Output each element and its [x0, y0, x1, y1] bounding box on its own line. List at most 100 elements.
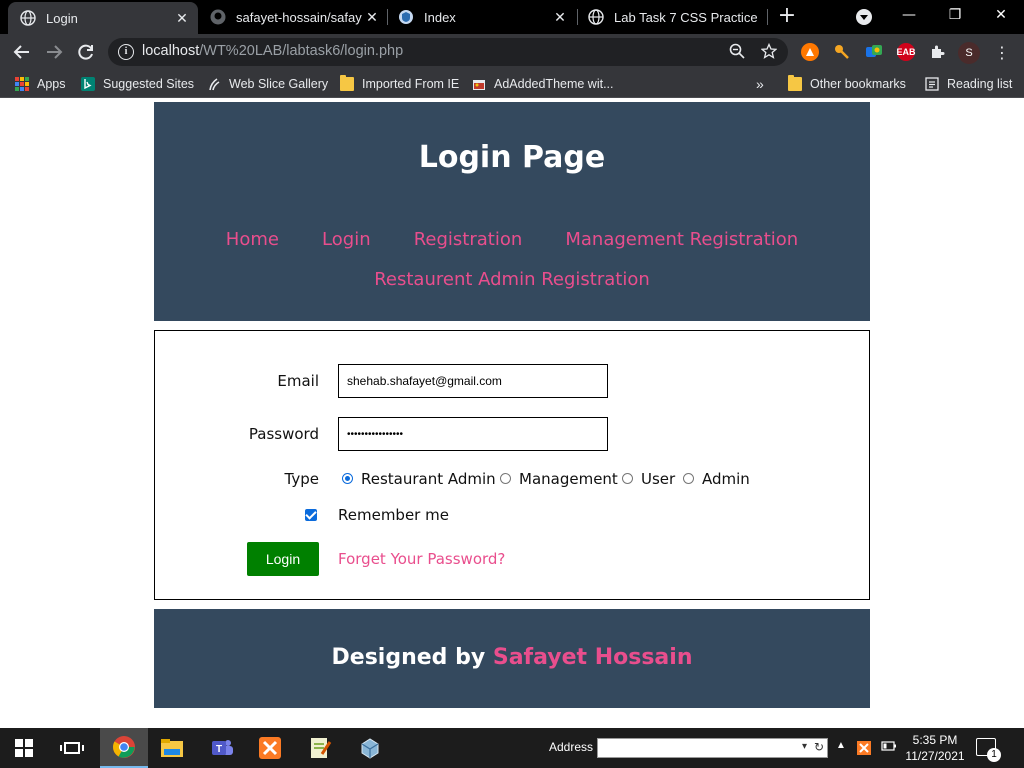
adblock-icon[interactable]: EAB — [897, 43, 916, 61]
bookmark-star-icon[interactable] — [760, 42, 778, 61]
puzzle-icon[interactable] — [929, 43, 947, 61]
email-label: Email — [277, 372, 319, 390]
clock-time: 5:35 PM — [912, 733, 958, 747]
browser-toolbar: i localhost/WT%20LAB/labtask6/login.php … — [0, 34, 1024, 70]
close-window-button[interactable]: ✕ — [978, 0, 1024, 30]
bookmarks-bar: Apps Suggested Sites Web Slice Gallery I… — [0, 70, 1024, 98]
page-footer: Designed by Safayet Hossain — [154, 609, 870, 708]
nav-link-registration[interactable]: Registration — [414, 229, 523, 250]
tray-overflow-icon[interactable]: ▲ — [836, 740, 846, 751]
taskbar-chrome[interactable] — [100, 728, 148, 768]
footer-prefix: Designed by — [331, 645, 486, 670]
nav-link-login[interactable]: Login — [322, 229, 371, 250]
type-radio-restaurant-admin[interactable] — [342, 473, 353, 484]
tray-app-icon[interactable] — [856, 740, 872, 759]
minimize-button[interactable]: — — [886, 0, 932, 30]
nav-link-restaurent-admin-registration[interactable]: Restaurent Admin Registration — [374, 269, 650, 290]
type-radio-label: Admin — [702, 470, 750, 488]
translate-icon[interactable] — [865, 43, 883, 61]
tab-label: Lab Task 7 CSS Practice — [614, 9, 758, 25]
type-radio-management[interactable] — [500, 473, 511, 484]
login-button[interactable]: Login — [247, 542, 319, 576]
email-field[interactable] — [338, 364, 608, 398]
zoom-icon[interactable] — [728, 43, 746, 61]
chrome-icon — [113, 736, 135, 758]
password-label: Password — [248, 425, 319, 443]
taskbar-teams[interactable]: T — [198, 728, 246, 768]
password-field[interactable] — [338, 417, 608, 451]
tab-separator — [767, 9, 768, 25]
chevron-down-icon[interactable]: ▾ — [802, 741, 807, 752]
battery-icon[interactable] — [881, 740, 897, 755]
github-icon — [210, 9, 226, 25]
bookmark-other-bookmarks[interactable]: Other bookmarks — [788, 74, 906, 94]
bing-icon — [81, 77, 95, 91]
tab-close-icon[interactable]: ✕ — [172, 8, 192, 28]
notification-count-badge: 1 — [987, 748, 1001, 762]
file-explorer-icon — [161, 739, 183, 757]
bookmark-label: Web Slice Gallery — [229, 77, 329, 91]
nav-link-management-registration[interactable]: Management Registration — [565, 229, 798, 250]
nav-link-home[interactable]: Home — [226, 229, 279, 250]
windows-taskbar: T Address ▾ ↻ ▲ 5:35 PM 11/27/2021 1 — [0, 728, 1024, 768]
tab-github[interactable]: safayet-hossain/safayet ✕ — [198, 0, 388, 34]
virtualbox-icon — [361, 738, 379, 759]
globe-icon — [588, 9, 604, 25]
reading-list-icon — [925, 77, 939, 91]
bookmarks-overflow-button[interactable]: » — [756, 74, 764, 94]
menu-kebab-icon[interactable]: ⋮ — [992, 42, 1012, 64]
forgot-password-link[interactable]: Forget Your Password? — [338, 550, 505, 568]
task-view-button[interactable] — [48, 728, 96, 768]
tab-close-icon[interactable]: ✕ — [362, 7, 382, 27]
reload-button[interactable] — [74, 40, 98, 64]
clock-date: 11/27/2021 — [905, 749, 965, 763]
tab-label: Login — [46, 10, 78, 26]
reading-list-button[interactable]: Reading list — [925, 74, 1012, 94]
remember-me-label: Remember me — [338, 506, 449, 524]
url-path: /WT%20LAB/labtask6/login.php — [199, 43, 404, 59]
footer-credit: Designed by Safayet Hossain — [154, 645, 870, 670]
tab-search-icon[interactable] — [856, 9, 872, 25]
go-refresh-icon[interactable]: ↻ — [814, 740, 824, 754]
taskbar-notepad-plus-plus[interactable] — [296, 728, 344, 768]
site-info-icon[interactable]: i — [118, 44, 134, 60]
back-button[interactable] — [10, 40, 34, 64]
bookmark-adaddedtheme[interactable]: AdAddedTheme wit... — [472, 74, 614, 94]
restore-button[interactable]: ❐ — [932, 0, 978, 30]
taskbar-address-input[interactable]: ▾ ↻ — [597, 738, 828, 758]
taskbar-file-explorer[interactable] — [148, 728, 196, 768]
remember-me-checkbox[interactable] — [305, 509, 317, 521]
type-radio-label: User — [641, 470, 676, 488]
type-radio-admin[interactable] — [683, 473, 694, 484]
bookmark-imported-from-ie[interactable]: Imported From IE — [340, 74, 459, 94]
browser-tab-bar: Login ✕ safayet-hossain/safayet ✕ Index … — [0, 0, 1024, 34]
bookmark-web-slice-gallery[interactable]: Web Slice Gallery — [207, 74, 328, 94]
url-text[interactable]: localhost/WT%20LAB/labtask6/login.php — [142, 43, 403, 59]
tab-close-icon[interactable]: ✕ — [550, 7, 570, 27]
tab-lab-task-7[interactable]: Lab Task 7 CSS Practice — [576, 0, 766, 34]
bookmark-apps[interactable]: Apps — [15, 74, 66, 94]
tab-login[interactable]: Login ✕ — [8, 2, 198, 34]
profile-avatar[interactable]: S — [958, 42, 980, 64]
bookmark-label: Imported From IE — [362, 77, 460, 91]
tab-label: Index — [424, 9, 456, 25]
page-viewport: Login Page Home Login Registration Manag… — [0, 99, 1024, 728]
taskbar-xampp[interactable] — [246, 728, 294, 768]
forward-arrow-icon — [47, 45, 63, 59]
url-host: localhost — [142, 43, 200, 59]
shield-icon — [398, 9, 414, 25]
start-button[interactable] — [0, 728, 48, 768]
key-icon[interactable] — [833, 43, 851, 61]
address-bar[interactable]: i localhost/WT%20LAB/labtask6/login.php — [108, 38, 788, 66]
bookmark-suggested-sites[interactable]: Suggested Sites — [81, 74, 194, 94]
new-tab-button[interactable]: + — [776, 5, 798, 28]
taskbar-virtualbox[interactable] — [346, 728, 394, 768]
taskbar-clock[interactable]: 5:35 PM 11/27/2021 — [904, 732, 966, 764]
bookmark-label: Apps — [37, 77, 66, 91]
main-nav: Home Login Registration Management Regis… — [154, 220, 870, 300]
forward-button[interactable] — [42, 40, 66, 64]
avast-icon[interactable] — [801, 43, 819, 61]
bookmark-label: Other bookmarks — [810, 77, 906, 91]
tab-index[interactable]: Index ✕ — [386, 0, 576, 34]
type-radio-user[interactable] — [622, 473, 633, 484]
